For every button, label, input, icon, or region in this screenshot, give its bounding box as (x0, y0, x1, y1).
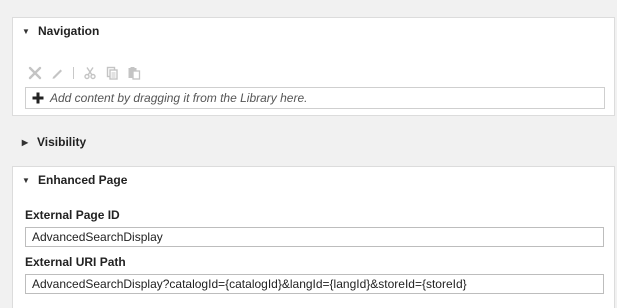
caret-right-icon: ▶ (21, 137, 29, 147)
plus-icon (32, 92, 44, 104)
dropzone-text: Add content by dragging it from the Libr… (50, 91, 308, 105)
paste-icon[interactable] (127, 66, 141, 80)
enhanced-page-header[interactable]: ▼ Enhanced Page (13, 167, 614, 193)
toolbar-divider (73, 67, 74, 79)
visibility-title: Visibility (37, 135, 87, 149)
navigation-title: Navigation (38, 24, 100, 38)
enhanced-page-panel: ▼ Enhanced Page External Page ID Externa… (12, 166, 615, 308)
caret-down-icon: ▼ (22, 26, 30, 36)
navigation-panel: ▼ Navigation Add content by dragging it … (12, 17, 615, 116)
navigation-toolbar (28, 65, 141, 81)
visibility-header[interactable]: ▶ Visibility (12, 126, 615, 158)
external-page-id-input[interactable] (25, 227, 604, 247)
copy-icon[interactable] (105, 66, 119, 80)
library-dropzone[interactable]: Add content by dragging it from the Libr… (25, 87, 605, 109)
external-uri-path-input[interactable] (25, 274, 604, 294)
cut-icon[interactable] (83, 66, 97, 80)
caret-down-icon: ▼ (22, 175, 30, 185)
visibility-panel: ▶ Visibility (12, 126, 615, 158)
close-icon[interactable] (28, 66, 42, 80)
external-page-id-label: External Page ID (25, 208, 120, 222)
edit-icon[interactable] (50, 66, 64, 80)
enhanced-page-title: Enhanced Page (38, 173, 128, 187)
navigation-header[interactable]: ▼ Navigation (13, 18, 614, 44)
external-uri-path-label: External URI Path (25, 255, 126, 269)
